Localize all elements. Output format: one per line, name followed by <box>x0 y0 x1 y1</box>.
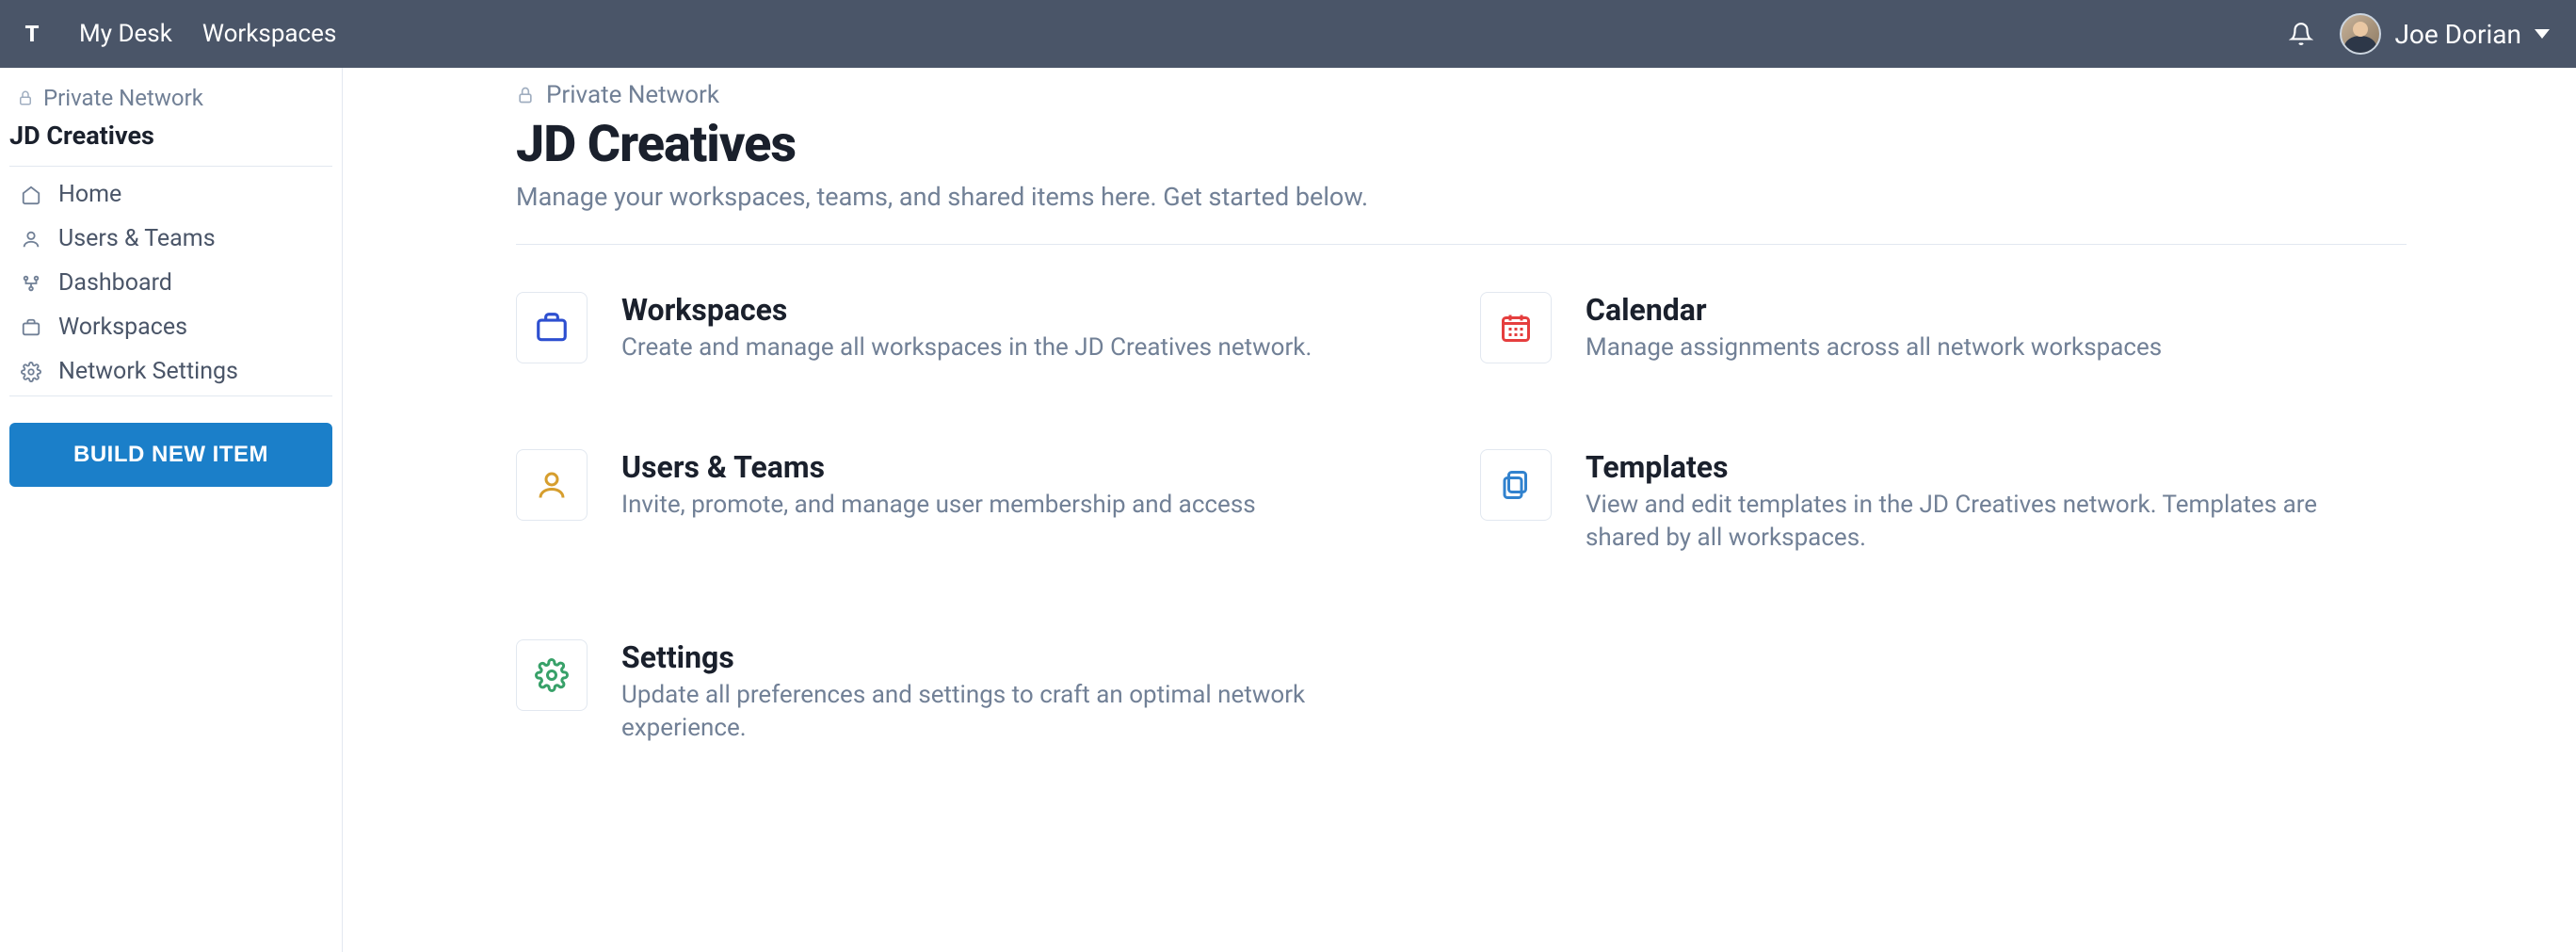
main-network-label: Private Network <box>546 81 719 109</box>
divider <box>9 395 332 396</box>
sidebar-item-label: Home <box>58 181 121 208</box>
topbar-left: T My Desk Workspaces <box>19 14 340 54</box>
main-network-tag: Private Network <box>516 81 2407 115</box>
sidebar-network-label: Private Network <box>43 85 203 111</box>
gear-icon <box>516 639 588 711</box>
sidebar-item-dashboard[interactable]: Dashboard <box>9 261 332 305</box>
gear-icon <box>19 362 43 382</box>
lock-icon <box>17 89 34 106</box>
divider <box>516 244 2407 245</box>
briefcase-icon <box>19 317 43 338</box>
card-templates[interactable]: Templates View and edit templates in the… <box>1480 449 2407 555</box>
page-subtitle: Manage your workspaces, teams, and share… <box>516 174 2407 244</box>
user-icon <box>516 449 588 521</box>
sidebar-item-users[interactable]: Users & Teams <box>9 217 332 261</box>
bell-icon[interactable] <box>2289 22 2313 46</box>
card-workspaces[interactable]: Workspaces Create and manage all workspa… <box>516 292 1442 364</box>
card-title: Workspaces <box>621 292 1312 331</box>
lock-icon <box>516 86 535 105</box>
card-grid: Workspaces Create and manage all workspa… <box>516 292 2407 745</box>
card-title: Settings <box>621 639 1393 679</box>
main: Private Network JD Creatives Manage your… <box>343 68 2576 952</box>
sidebar-item-label: Workspaces <box>58 314 187 341</box>
chevron-down-icon <box>2535 29 2550 39</box>
divider <box>9 166 332 167</box>
build-new-item-button[interactable]: BUILD NEW ITEM <box>9 423 332 487</box>
card-title: Calendar <box>1586 292 2162 331</box>
sidebar: Private Network JD Creatives Home Users … <box>0 68 343 952</box>
sidebar-item-workspaces[interactable]: Workspaces <box>9 305 332 349</box>
templates-icon <box>1480 449 1552 521</box>
sidebar-item-label: Users & Teams <box>58 225 216 252</box>
card-users[interactable]: Users & Teams Invite, promote, and manag… <box>516 449 1442 555</box>
card-settings[interactable]: Settings Update all preferences and sett… <box>516 639 1442 745</box>
card-description: View and edit templates in the JD Creati… <box>1586 489 2358 555</box>
sidebar-item-label: Dashboard <box>58 269 172 297</box>
page-title: JD Creatives <box>516 115 2407 174</box>
nav-workspaces[interactable]: Workspaces <box>199 14 340 54</box>
nav-my-desk[interactable]: My Desk <box>75 14 176 54</box>
card-description: Manage assignments across all network wo… <box>1586 331 2162 364</box>
card-description: Update all preferences and settings to c… <box>621 679 1393 745</box>
user-icon <box>19 229 43 250</box>
sidebar-item-home[interactable]: Home <box>9 172 332 217</box>
topbar: T My Desk Workspaces Joe Dorian <box>0 0 2576 68</box>
card-description: Create and manage all workspaces in the … <box>621 331 1312 364</box>
home-icon <box>19 185 43 205</box>
sidebar-item-settings[interactable]: Network Settings <box>9 349 332 394</box>
sidebar-network-tag: Private Network <box>9 81 332 121</box>
card-title: Users & Teams <box>621 449 1256 489</box>
briefcase-icon <box>516 292 588 363</box>
calendar-icon <box>1480 292 1552 363</box>
sidebar-title: JD Creatives <box>9 121 332 164</box>
card-title: Templates <box>1586 449 2358 489</box>
topbar-right: Joe Dorian <box>2289 13 2550 55</box>
dashboard-icon <box>19 273 43 294</box>
card-description: Invite, promote, and manage user members… <box>621 489 1256 522</box>
user-menu[interactable]: Joe Dorian <box>2340 13 2550 55</box>
app-logo[interactable]: T <box>19 21 45 47</box>
card-calendar[interactable]: Calendar Manage assignments across all n… <box>1480 292 2407 364</box>
avatar <box>2340 13 2381 55</box>
sidebar-item-label: Network Settings <box>58 358 238 385</box>
user-name: Joe Dorian <box>2394 19 2521 50</box>
